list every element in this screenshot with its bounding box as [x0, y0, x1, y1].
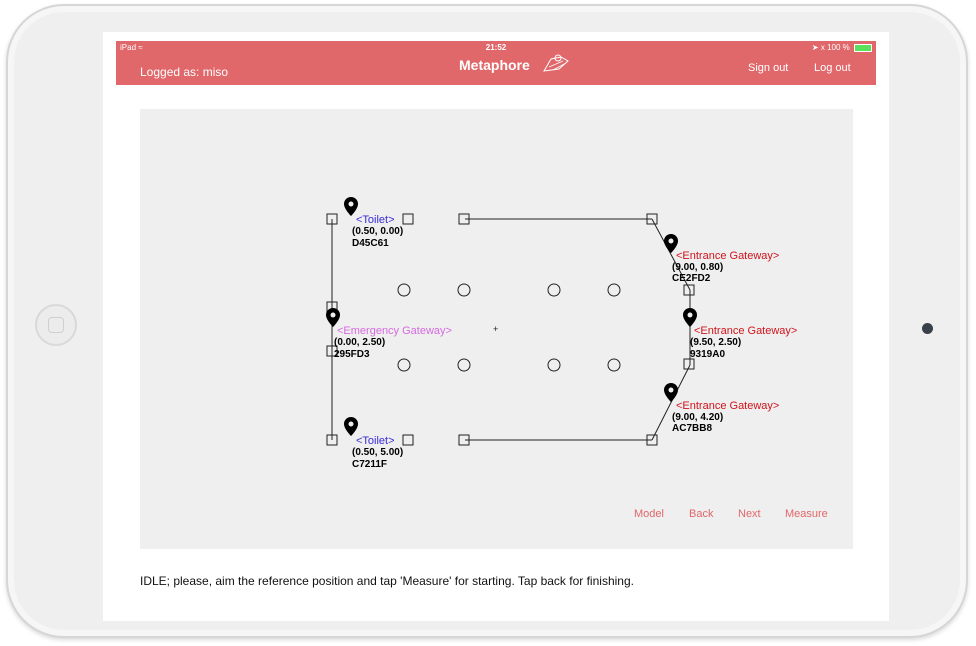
map-pin[interactable]: <Emergency Gateway> (0.00, 2.50) 295FD3 [326, 308, 452, 360]
pin-coords: (0.50, 5.00) [352, 447, 403, 458]
pin-coords: (0.50, 0.00) [352, 226, 403, 237]
pin-id: C7211F [352, 459, 387, 470]
grid-circle [547, 283, 561, 297]
map-pin[interactable]: <Entrance Gateway> (9.00, 4.20) AC7BB8 [664, 383, 779, 434]
battery-label: 100 % [827, 43, 850, 52]
pin-coords: (9.00, 4.20) [672, 412, 723, 423]
model-button[interactable]: Model [634, 508, 664, 520]
app-title: Metaphore [459, 57, 530, 73]
battery-icon [854, 43, 872, 52]
next-button[interactable]: Next [738, 508, 761, 520]
pin-label: <Toilet> [356, 435, 395, 447]
grid-circle [607, 283, 621, 297]
grid-circle [457, 283, 471, 297]
location-icon: ➤ [811, 43, 819, 52]
bluetooth-icon: х [820, 43, 825, 52]
logged-as-label: Logged as: miso [140, 65, 229, 79]
pin-id: AC7BB8 [672, 423, 712, 434]
pin-coords: (0.00, 2.50) [334, 337, 385, 348]
grid-circle [397, 358, 411, 372]
map-pin[interactable]: <Entrance Gateway> (9.50, 2.50) 9319A0 [683, 308, 797, 360]
top-bar: iPad ≈ 21:52 ➤ х 100 % Logged as: miso M… [116, 41, 876, 85]
pin-label: <Toilet> [356, 214, 395, 226]
ipad-frame: iPad ≈ 21:52 ➤ х 100 % Logged as: miso M… [6, 4, 968, 638]
grid-circle [397, 283, 411, 297]
status-right: ➤ х 100 % [812, 43, 872, 52]
pin-id: D45C61 [352, 238, 389, 249]
home-button[interactable] [35, 304, 77, 346]
status-message: IDLE; please, aim the reference position… [140, 574, 634, 588]
pin-id: CE2FD2 [672, 273, 711, 284]
map-pin[interactable]: <Toilet> (0.50, 0.00) D45C61 [344, 197, 403, 249]
floor-plan: + <Toilet> (0.50, 0.00) D45C61 <Entrance… [326, 197, 797, 470]
anchor-square [683, 284, 695, 296]
back-button[interactable]: Back [689, 508, 713, 520]
app-logo-icon [543, 54, 569, 72]
pin-label: <Entrance Gateway> [676, 250, 779, 262]
status-time: 21:52 [485, 43, 507, 52]
anchor-square [402, 213, 414, 225]
anchor-square [402, 434, 414, 446]
pin-coords: (9.00, 0.80) [672, 262, 723, 273]
grid-circle [607, 358, 621, 372]
map-canvas[interactable]: + <Toilet> (0.50, 0.00) D45C61 <Entrance… [140, 109, 853, 549]
map-pin[interactable]: <Toilet> (0.50, 5.00) C7211F [344, 417, 403, 470]
measure-button[interactable]: Measure [785, 508, 828, 520]
map-pin[interactable]: <Entrance Gateway> (9.00, 0.80) CE2FD2 [664, 234, 779, 284]
sign-out-button[interactable]: Sign out [748, 62, 788, 74]
pin-id: 295FD3 [334, 349, 370, 360]
pin-label: <Emergency Gateway> [337, 325, 452, 337]
grid-circle [547, 358, 561, 372]
pin-label: <Entrance Gateway> [676, 400, 779, 412]
home-square-icon [48, 317, 64, 333]
pin-label: <Entrance Gateway> [694, 325, 797, 337]
pin-coords: (9.50, 2.50) [690, 337, 741, 348]
log-out-button[interactable]: Log out [814, 62, 851, 74]
camera-icon [922, 323, 933, 334]
grid-circle [457, 358, 471, 372]
pin-id: 9319A0 [690, 349, 725, 360]
center-marker-icon: + [493, 324, 498, 334]
screen: iPad ≈ 21:52 ➤ х 100 % Logged as: miso M… [103, 32, 889, 621]
